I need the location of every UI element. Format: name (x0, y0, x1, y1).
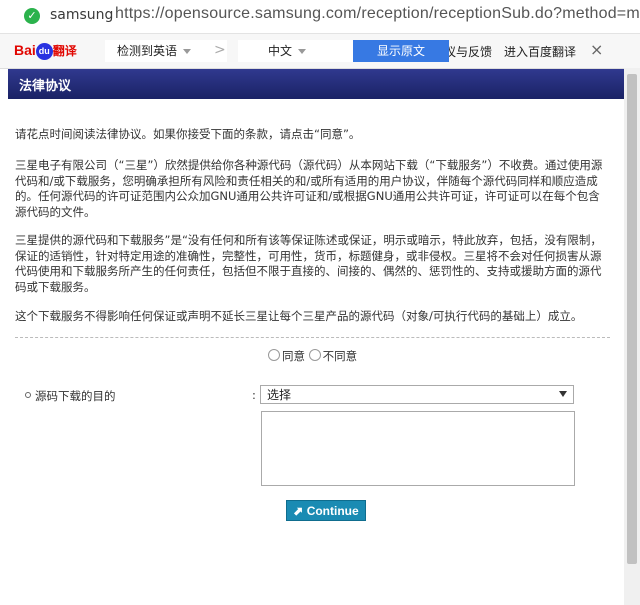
feedback-link[interactable]: 议与反馈 (444, 43, 492, 60)
scrollbar-thumb[interactable] (627, 74, 637, 564)
dashed-divider (15, 337, 610, 338)
disagree-label[interactable]: 不同意 (323, 349, 358, 363)
intro-paragraph: 请花点时间阅读法律协议。如果你接受下面的条款，请点击“同意”。 (15, 127, 361, 141)
target-language-dropdown[interactable]: 中文 (238, 40, 368, 62)
bullet-icon (25, 392, 31, 398)
baidu-translate-bar: Bai du 翻译 检测到英语 > 中文 议与反馈 显示原文 进入百度翻译 × (0, 34, 640, 69)
continue-button[interactable]: ⬈ Continue (286, 500, 366, 521)
dropdown-arrow-icon (559, 391, 567, 397)
vertical-scrollbar[interactable] (624, 68, 640, 605)
site-identity: samsung (50, 7, 114, 23)
show-original-button[interactable]: 显示原文 (353, 40, 449, 62)
secure-shield-icon: ✓ (24, 8, 40, 24)
warranty-paragraph: 这个下载服务不得影响任何保证或声明不延长三星让每个三星产品的源代码（对象/可执行… (15, 309, 583, 323)
enter-baidu-translate-link[interactable]: 进入百度翻译 (504, 43, 576, 60)
url-text[interactable]: https://opensource.samsung.com/reception… (115, 5, 640, 23)
source-language-dropdown[interactable]: 检测到英语 (105, 40, 227, 62)
chevron-down-icon (298, 49, 307, 54)
agree-radio[interactable] (268, 349, 280, 361)
license-paragraph: 三星电子有限公司（“三星”）欣然提供给你各种源代码（源代码）从本网站下载（“下载… (15, 158, 603, 219)
page-title-bar: 法律协议 (8, 69, 624, 99)
page-title: 法律协议 (19, 79, 72, 94)
close-icon[interactable]: × (590, 40, 603, 59)
agreement-radio-group: 同意 不同意 (268, 348, 357, 364)
purpose-textarea[interactable] (261, 411, 575, 486)
label-colon: : (252, 388, 256, 402)
arrow-right-icon: > (214, 42, 226, 58)
disclaimer-paragraph: 三星提供的源代码和下载服务”是“没有任何和所有该等保证陈述或保证，明示或暗示，特… (15, 233, 602, 294)
agree-label[interactable]: 同意 (282, 349, 305, 363)
baidu-translate-logo: Bai du 翻译 (14, 42, 77, 60)
continue-icon: ⬈ (293, 504, 307, 518)
purpose-select[interactable]: 选择 (260, 385, 574, 404)
browser-address-bar[interactable]: ✓ samsung https://opensource.samsung.com… (0, 0, 640, 34)
disagree-radio[interactable] (308, 349, 321, 361)
purpose-field-label: 源码下载的目的 (25, 388, 116, 404)
chevron-down-icon (183, 49, 192, 54)
